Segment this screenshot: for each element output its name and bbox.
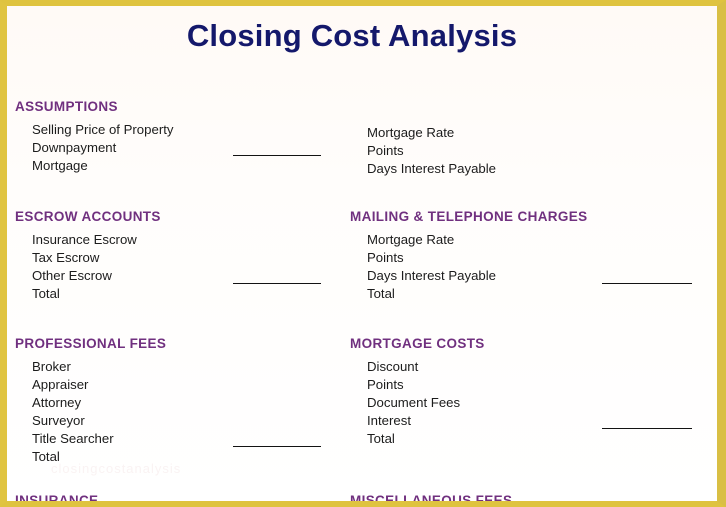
entry-rule	[233, 446, 321, 447]
line-item[interactable]: Total	[32, 285, 345, 303]
page-title: Closing Cost Analysis	[186, 18, 518, 53]
line-item-label: Days Interest Payable	[367, 268, 497, 283]
line-item-label: Broker	[32, 359, 71, 374]
line-item[interactable]: Insurance Escrow	[32, 231, 345, 249]
line-item-list-assumptions: Selling Price of Property Downpayment Mo…	[15, 121, 345, 175]
section-escrow-accounts: ESCROW ACCOUNTS Insurance Escrow Tax Esc…	[15, 209, 345, 303]
closing-cost-analysis-sheet: Closing Cost Analysis ASSUMPTIONS Sellin…	[0, 0, 726, 507]
section-header-escrow-accounts: ESCROW ACCOUNTS	[15, 209, 161, 224]
line-item-list-assumptions-right: Mortgage Rate Points Days Interest Payab…	[350, 124, 695, 178]
line-item-label: Attorney	[32, 395, 82, 410]
section-header-insurance: INSURANCE	[15, 493, 99, 501]
line-item[interactable]: Title Searcher	[32, 430, 345, 448]
section-assumptions: ASSUMPTIONS Selling Price of Property Do…	[15, 99, 345, 175]
clipped-section-row: INSURANCE MISCELLANEOUS FEES	[7, 493, 697, 501]
section-assumptions-right: Mortgage Rate Points Days Interest Payab…	[350, 99, 695, 178]
section-professional-fees: PROFESSIONAL FEES Broker Appraiser Attor…	[15, 336, 345, 466]
line-item-label: Insurance Escrow	[32, 232, 137, 247]
section-header-mailing-telephone-charges: MAILING & TELEPHONE CHARGES	[350, 209, 588, 224]
entry-rule	[233, 155, 321, 156]
section-mortgage-costs: MORTGAGE COSTS Discount Points Document …	[350, 336, 695, 448]
line-item-label: Total	[367, 286, 395, 301]
line-item[interactable]: Interest	[367, 412, 695, 430]
line-item-label: Mortgage Rate	[367, 125, 455, 140]
line-item-label: Title Searcher	[32, 431, 114, 446]
page-watermark: closingcostanalysis	[51, 461, 182, 476]
line-item[interactable]: Other Escrow	[32, 267, 345, 285]
line-item[interactable]: Selling Price of Property	[32, 121, 345, 139]
line-item[interactable]: Total	[367, 430, 695, 448]
line-item[interactable]: Points	[367, 249, 695, 267]
line-item-label: Points	[367, 250, 404, 265]
line-item-label: Points	[367, 377, 404, 392]
line-item-label: Interest	[367, 413, 411, 428]
line-item[interactable]: Document Fees	[367, 394, 695, 412]
document-page: Closing Cost Analysis ASSUMPTIONS Sellin…	[7, 6, 717, 501]
line-item[interactable]: Broker	[32, 358, 345, 376]
line-item-label: Surveyor	[32, 413, 85, 428]
entry-rule	[233, 283, 321, 284]
line-item[interactable]: Mortgage	[32, 157, 345, 175]
line-item[interactable]: Days Interest Payable	[367, 267, 695, 285]
line-item-label: Days Interest Payable	[367, 161, 497, 176]
section-header-mortgage-costs: MORTGAGE COSTS	[350, 336, 485, 351]
line-item[interactable]: Days Interest Payable	[367, 160, 695, 178]
line-item[interactable]: Mortgage Rate	[367, 124, 695, 142]
line-item-list-professional-fees: Broker Appraiser Attorney Surveyor Title…	[15, 358, 345, 466]
line-item[interactable]: Total	[367, 285, 695, 303]
line-item[interactable]: Points	[367, 142, 695, 160]
line-item-label: Selling Price of Property	[32, 122, 174, 137]
line-item[interactable]: Mortgage Rate	[367, 231, 695, 249]
line-item-label: Downpayment	[32, 140, 117, 155]
line-item-label: Document Fees	[367, 395, 461, 410]
line-item-label: Mortgage Rate	[367, 232, 455, 247]
line-item-list-escrow: Insurance Escrow Tax Escrow Other Escrow…	[15, 231, 345, 303]
line-item-label: Appraiser	[32, 377, 89, 392]
line-item-label: Tax Escrow	[32, 250, 100, 265]
entry-rule	[602, 283, 692, 284]
line-item-label: Mortgage	[32, 158, 88, 173]
line-item[interactable]: Attorney	[32, 394, 345, 412]
line-item[interactable]: Discount	[367, 358, 695, 376]
line-item[interactable]: Surveyor	[32, 412, 345, 430]
line-item[interactable]: Points	[367, 376, 695, 394]
line-item[interactable]: Downpayment	[32, 139, 345, 157]
line-item-label: Points	[367, 143, 404, 158]
section-header-assumptions: ASSUMPTIONS	[15, 99, 118, 114]
line-item-list-mailing: Mortgage Rate Points Days Interest Payab…	[350, 231, 695, 303]
line-item-label: Other Escrow	[32, 268, 112, 283]
line-item-list-mortgage-costs: Discount Points Document Fees Interest T…	[350, 358, 695, 448]
section-header-professional-fees: PROFESSIONAL FEES	[15, 336, 167, 351]
line-item[interactable]: Appraiser	[32, 376, 345, 394]
section-mailing-telephone-charges: MAILING & TELEPHONE CHARGES Mortgage Rat…	[350, 209, 695, 303]
line-item[interactable]: Tax Escrow	[32, 249, 345, 267]
entry-rule	[602, 428, 692, 429]
line-item-label: Total	[32, 286, 60, 301]
line-item-label: Total	[367, 431, 395, 446]
line-item-label: Discount	[367, 359, 419, 374]
section-header-miscellaneous-fees: MISCELLANEOUS FEES	[350, 493, 513, 501]
